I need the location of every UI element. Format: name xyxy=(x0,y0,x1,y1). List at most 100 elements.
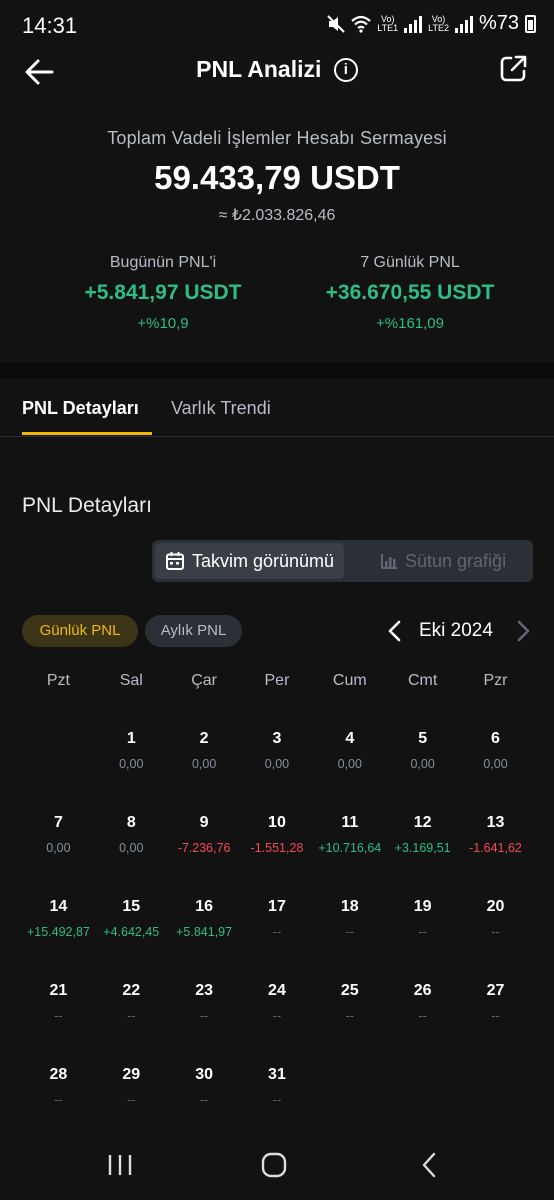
day-pnl-value: -1.641,62 xyxy=(469,841,522,855)
day-pnl-value: 0,00 xyxy=(264,757,290,771)
day-pnl-value: +4.642,45 xyxy=(103,925,160,939)
calendar-day-cell[interactable]: 22 -- xyxy=(95,974,168,1058)
section-divider xyxy=(0,362,554,378)
back-icon[interactable] xyxy=(410,1148,450,1182)
day-number: 12 xyxy=(413,814,432,831)
today-pnl-value: +5.841,97 USDT xyxy=(84,281,242,304)
day-number: 30 xyxy=(195,1066,213,1083)
day-pnl-value: -- xyxy=(199,1093,209,1107)
chevron-left-icon[interactable] xyxy=(384,618,406,644)
calendar-day-cell[interactable]: 26 -- xyxy=(386,974,459,1058)
day-number: 15 xyxy=(122,898,141,915)
day-pnl-value: -- xyxy=(345,925,354,939)
calendar-day-cell[interactable]: 7 0,00 xyxy=(22,806,95,890)
sim2-label: Vo) LTE2 xyxy=(428,13,449,33)
day-pnl-value: 0,00 xyxy=(483,757,508,771)
calendar-day-cell[interactable]: 19 -- xyxy=(386,890,459,974)
day-pnl-value: -- xyxy=(491,925,500,939)
section-title: PNL Detayları xyxy=(22,494,152,517)
weekday-label: Cmt xyxy=(407,672,438,689)
day-number: 25 xyxy=(340,982,359,999)
account-summary: Toplam Vadeli İşlemler Hesabı Sermayesi … xyxy=(0,128,554,225)
calendar-day-cell[interactable]: 10 -1.551,28 xyxy=(241,806,314,890)
month-label: Eki 2024 xyxy=(419,620,493,641)
calendar-day-cell[interactable]: 8 0,00 xyxy=(95,806,168,890)
calendar-day-cell[interactable]: 18 -- xyxy=(313,890,386,974)
equity-label: Toplam Vadeli İşlemler Hesabı Sermayesi xyxy=(107,128,447,148)
tab-bar: PNL Detayları Varlık Trendi xyxy=(0,378,554,437)
day-pnl-value: -- xyxy=(272,925,282,939)
day-pnl-value: 0,00 xyxy=(191,757,217,771)
calendar-day-cell[interactable]: 20 -- xyxy=(459,890,532,974)
tab-pnl-details[interactable]: PNL Detayları xyxy=(22,398,139,419)
calendar-day-cell[interactable]: 6 0,00 xyxy=(459,722,532,806)
week-pnl: 7 Günlük PNL +36.670,55 USDT +%161,09 xyxy=(285,254,535,332)
calendar-day-cell[interactable]: 25 -- xyxy=(313,974,386,1058)
day-pnl-value: 0,00 xyxy=(46,841,71,855)
weekday-label: Pzt xyxy=(46,672,70,689)
day-number: 21 xyxy=(49,982,68,999)
day-pnl-value: +15.492,87 xyxy=(26,925,90,939)
day-pnl-value: -- xyxy=(491,1009,500,1023)
bar-chart-view-label: Sütun grafiği xyxy=(405,550,507,571)
sim1-label: Vo) LTE1 xyxy=(377,13,399,33)
day-number: 27 xyxy=(486,982,505,999)
share-icon[interactable] xyxy=(498,54,528,84)
calendar-day-cell[interactable]: 11 +10.716,64 xyxy=(313,806,386,890)
daily-pnl-pill[interactable]: Günlük PNL xyxy=(22,615,138,647)
calendar-day-cell[interactable]: 27 -- xyxy=(459,974,532,1058)
recents-icon[interactable] xyxy=(100,1148,140,1182)
day-pnl-value: -- xyxy=(418,925,427,939)
active-tab-indicator xyxy=(22,432,152,435)
calendar-day-cell[interactable]: 3 0,00 xyxy=(241,722,314,806)
calendar-day-cell[interactable]: 1 0,00 xyxy=(95,722,168,806)
weekday-label: Çar xyxy=(191,672,217,689)
calendar-day-cell[interactable]: 23 -- xyxy=(168,974,241,1058)
day-number: 29 xyxy=(122,1066,141,1083)
day-number: 4 xyxy=(345,730,355,747)
calendar-week-row: 21 -- 22 -- 23 -- 24 -- 25 -- 26 -- 27 -- xyxy=(22,974,532,1058)
pnl-calendar: 1 0,00 2 0,00 3 0,00 4 0,00 5 0,00 6 0,00 7 0,00 8 0,00… xyxy=(22,722,532,1142)
calendar-day-cell[interactable]: 12 +3.169,51 xyxy=(386,806,459,890)
signal-icon xyxy=(454,15,473,33)
system-nav-bar xyxy=(0,1130,554,1200)
equity-value: 59.433,79 USDT xyxy=(154,159,400,196)
day-pnl-value: -- xyxy=(272,1009,282,1023)
app-header: PNL Analizi i xyxy=(0,50,554,94)
calendar-day-cell[interactable]: 5 0,00 xyxy=(386,722,459,806)
calendar-day-cell[interactable]: 14 +15.492,87 xyxy=(22,890,95,974)
day-number: 11 xyxy=(341,814,359,831)
calendar-day-cell[interactable]: 16 +5.841,97 xyxy=(168,890,241,974)
chevron-right-icon[interactable] xyxy=(512,618,534,644)
calendar-week-row: 14 +15.492,87 15 +4.642,45 16 +5.841,97 17 -- 18… xyxy=(22,890,532,974)
calendar-day-cell[interactable]: 15 +4.642,45 xyxy=(95,890,168,974)
day-pnl-value: -- xyxy=(54,1093,63,1107)
calendar-week-row: 1 0,00 2 0,00 3 0,00 4 0,00 5 0,00 6 0,00 xyxy=(22,722,532,806)
tab-asset-trend[interactable]: Varlık Trendi xyxy=(171,398,271,419)
week-pnl-value: +36.670,55 USDT xyxy=(325,281,495,304)
signal-icon xyxy=(404,15,423,33)
calendar-day-cell[interactable]: 17 -- xyxy=(241,890,314,974)
weekday-label: Pzr xyxy=(483,672,508,689)
info-icon[interactable]: i xyxy=(333,57,358,82)
calendar-day-cell[interactable]: 9 -7.236,76 xyxy=(168,806,241,890)
day-pnl-value: -7.236,76 xyxy=(177,841,231,855)
calendar-day-cell[interactable]: 4 0,00 xyxy=(313,722,386,806)
calendar-day-cell[interactable]: 2 0,00 xyxy=(168,722,241,806)
calendar-week-row: 7 0,00 8 0,00 9 -7.236,76 10 -1.551,28 11 +10.716… xyxy=(22,806,532,890)
home-icon[interactable] xyxy=(254,1148,294,1182)
day-pnl-value: -- xyxy=(199,1009,209,1023)
calendar-day-cell[interactable]: 13 -1.641,62 xyxy=(459,806,532,890)
calendar-day-cell[interactable]: 21 -- xyxy=(22,974,95,1058)
week-pnl-label: 7 Günlük PNL xyxy=(360,254,460,271)
monthly-pnl-pill[interactable]: Aylık PNL xyxy=(145,615,242,647)
bar-chart-view-button[interactable]: Sütun grafiği xyxy=(370,543,516,579)
mute-icon xyxy=(327,14,345,33)
calendar-view-button[interactable]: Takvim görünümü xyxy=(155,543,345,579)
day-number: 16 xyxy=(195,898,213,915)
calendar-day-cell[interactable]: 24 -- xyxy=(241,974,314,1058)
day-number: 2 xyxy=(199,730,209,747)
weekday-label: Cum xyxy=(332,672,367,689)
weekday-header: Pzt Sal Çar Per Cum Cmt Pzr xyxy=(22,672,532,690)
day-pnl-value: 0,00 xyxy=(119,841,144,855)
